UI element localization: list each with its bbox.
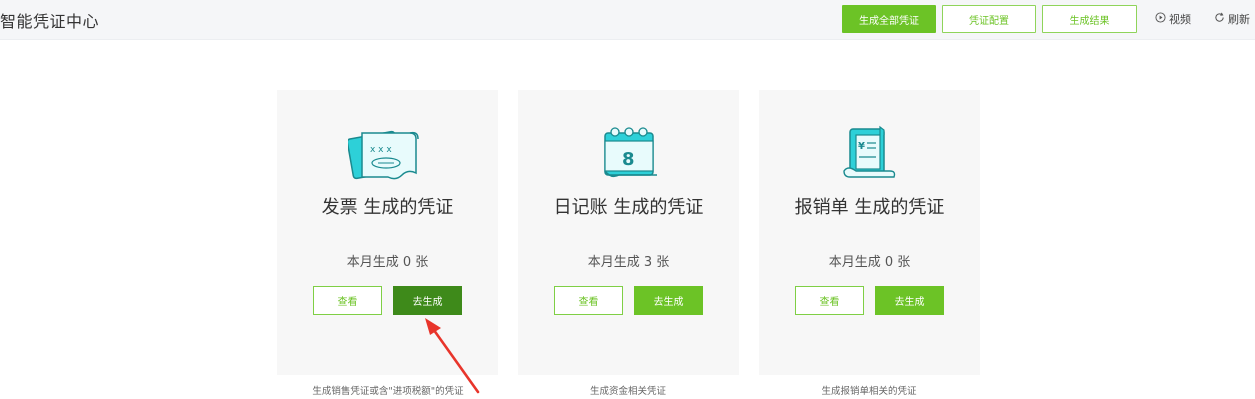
view-button[interactable]: 查看 <box>313 286 382 315</box>
generate-button[interactable]: 去生成 <box>634 286 703 315</box>
refresh-icon <box>1214 12 1225 26</box>
refresh-link[interactable]: 刷新 <box>1214 11 1250 27</box>
svg-text:8: 8 <box>622 149 635 170</box>
monthly-count: 本月生成 0 张 <box>828 255 911 270</box>
generate-result-button[interactable]: 生成结果 <box>1042 5 1137 33</box>
view-button[interactable]: 查看 <box>554 286 623 315</box>
invoice-voucher-card: x x x 发票 生成的凭证 本月生成 0 张 查看 去生成 <box>277 90 498 375</box>
generate-all-button[interactable]: 生成全部凭证 <box>842 5 936 33</box>
generate-button[interactable]: 去生成 <box>393 286 462 315</box>
card-title: 日记账 生成的凭证 <box>553 197 704 218</box>
invoice-icon: x x x <box>346 121 428 185</box>
generate-button[interactable]: 去生成 <box>875 286 944 315</box>
video-link[interactable]: 视频 <box>1155 11 1191 27</box>
expense-voucher-card: ¥ 报销单 生成的凭证 本月生成 0 张 查看 去生成 <box>759 90 980 375</box>
expense-card-description: 生成报销单相关的凭证 <box>821 386 917 397</box>
monthly-count: 本月生成 3 张 <box>587 255 670 270</box>
invoice-card-description: 生成销售凭证或含"进项税额"的凭证 <box>312 386 464 397</box>
page-title: 智能凭证中心 <box>0 12 100 31</box>
top-header: 智能凭证中心 生成全部凭证 凭证配置 生成结果 视频 刷新 <box>0 0 1255 40</box>
journal-card-description: 生成资金相关凭证 <box>589 386 666 397</box>
card-title: 发票 生成的凭证 <box>321 197 454 218</box>
refresh-label: 刷新 <box>1228 13 1250 26</box>
video-label: 视频 <box>1169 13 1191 26</box>
svg-text:¥: ¥ <box>858 141 865 152</box>
calendar-icon: 8 <box>589 121 669 185</box>
view-button[interactable]: 查看 <box>795 286 864 315</box>
play-circle-icon <box>1155 12 1166 26</box>
voucher-config-button[interactable]: 凭证配置 <box>942 5 1036 33</box>
receipt-icon: ¥ <box>830 121 910 185</box>
card-title: 报销单 生成的凭证 <box>794 197 945 218</box>
journal-voucher-card: 8 日记账 生成的凭证 本月生成 3 张 查看 去生成 <box>518 90 739 375</box>
monthly-count: 本月生成 0 张 <box>346 255 429 270</box>
svg-text:x x x: x x x <box>370 145 392 155</box>
